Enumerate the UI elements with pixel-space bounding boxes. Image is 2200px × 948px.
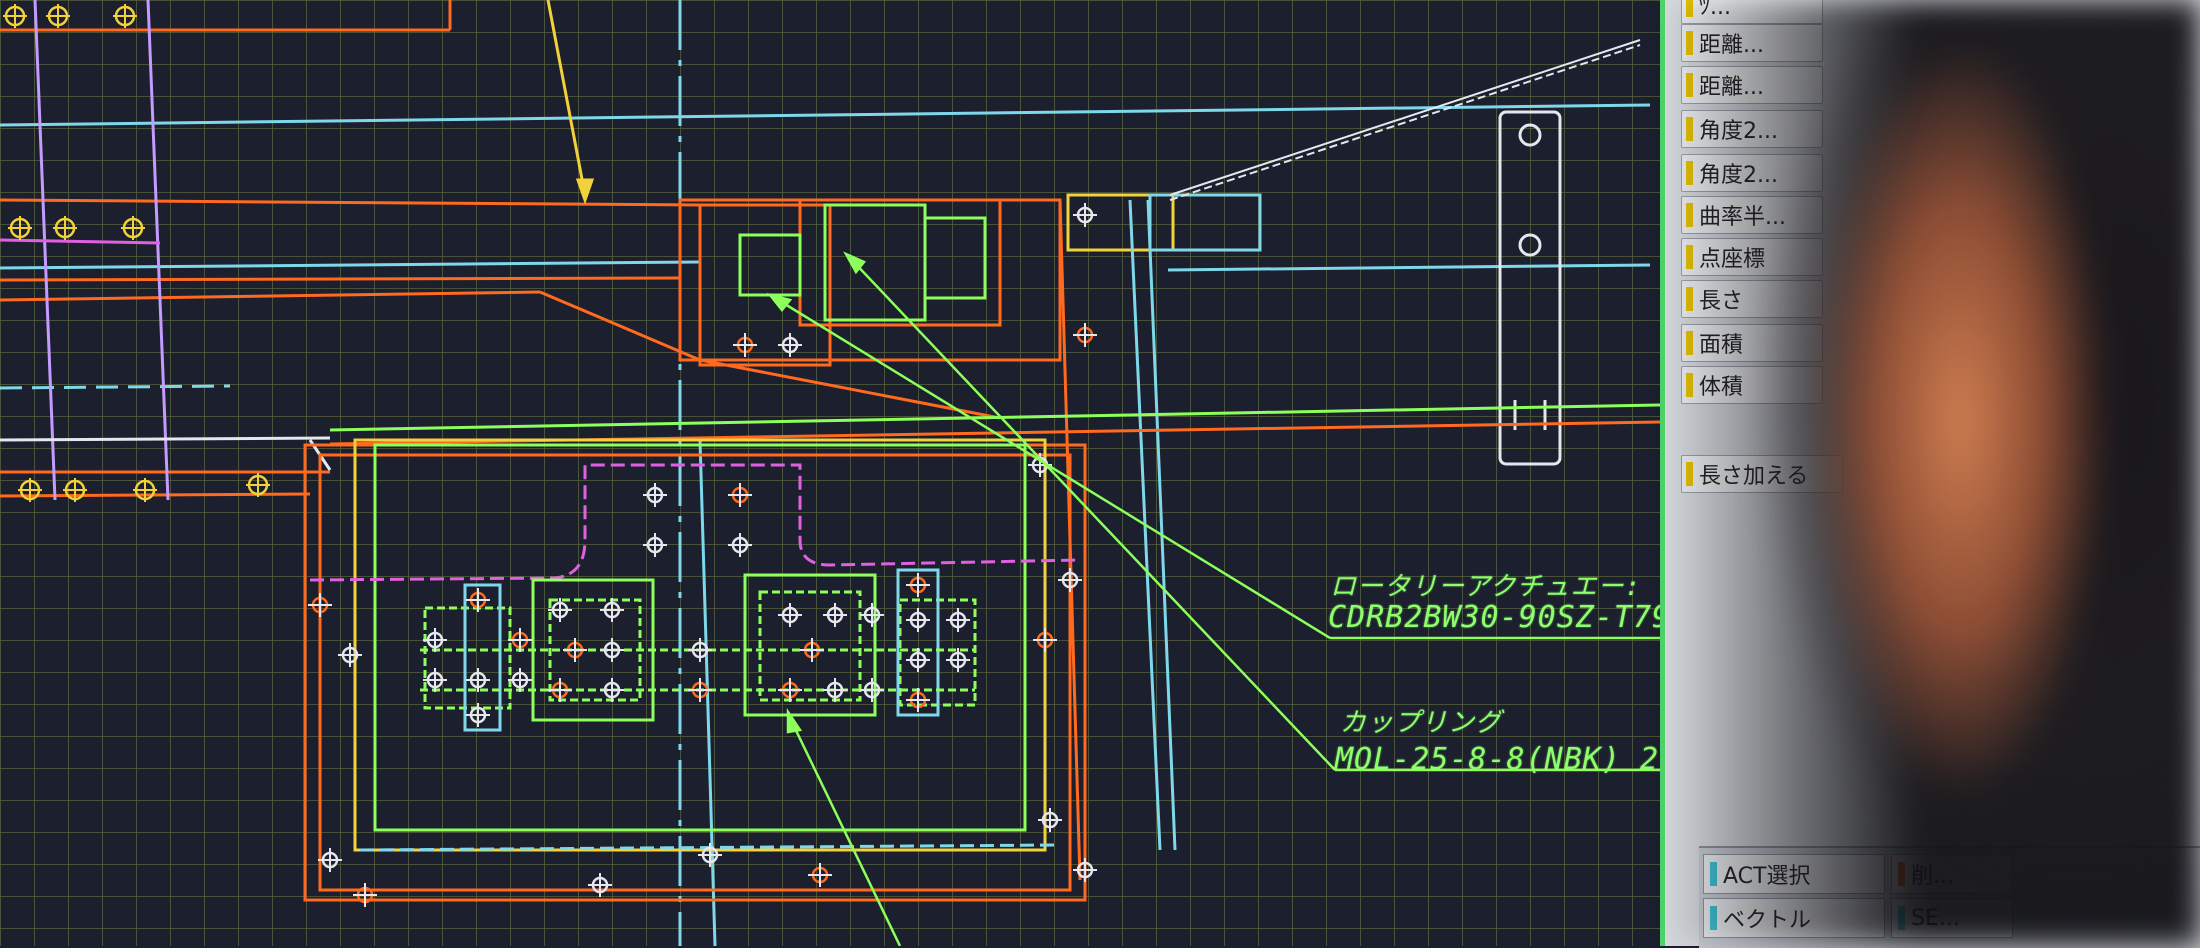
coupling-part-number: MOL-25-8-8(NBK) 2ヶ	[1335, 742, 1691, 777]
command-item-curvature-radius[interactable]: 曲率半...	[1681, 196, 1823, 234]
marker-icon	[1686, 117, 1693, 141]
command-item-point-coordinate[interactable]: 点座標	[1681, 238, 1823, 276]
button-label: ACT選択	[1723, 864, 1811, 889]
command-label: 距離...	[1699, 75, 1764, 100]
command-label: 距離...	[1699, 33, 1764, 58]
command-label: 点座標	[1699, 247, 1766, 272]
command-item-area[interactable]: 面積	[1681, 324, 1823, 362]
command-label: 体積	[1699, 375, 1744, 400]
command-item-add-length[interactable]: 長さ加える	[1681, 455, 1843, 493]
marker-icon	[1686, 331, 1693, 355]
marker-icon	[1710, 906, 1717, 930]
marker-icon	[1686, 245, 1693, 269]
marker-icon	[1686, 161, 1693, 185]
lower-command-panel: ACT選択 削... ベクトル SE...	[1699, 846, 2200, 948]
marker-icon	[1686, 31, 1693, 55]
act-select-button[interactable]: ACT選択	[1703, 854, 1885, 894]
command-label: 曲率半...	[1699, 205, 1786, 230]
marker-icon	[1686, 287, 1693, 311]
command-item-volume[interactable]: 体積	[1681, 366, 1823, 404]
command-label: 長さ	[1699, 289, 1744, 314]
command-label: 角度2...	[1699, 119, 1778, 144]
se-button[interactable]: SE...	[1891, 898, 2013, 938]
marker-icon	[1686, 373, 1693, 397]
marker-icon	[1686, 73, 1693, 97]
command-label: 角度2...	[1699, 163, 1778, 188]
button-label: 削...	[1911, 864, 1954, 889]
command-label: ﾂ...	[1699, 0, 1731, 20]
command-label: 長さ加える	[1699, 464, 1809, 489]
delete-button[interactable]: 削...	[1891, 854, 2013, 894]
actuator-part-number: CDRB2BW30-90SZ-T79L	[1328, 600, 1691, 635]
cad-drawing-canvas[interactable]	[0, 0, 1680, 946]
command-item-distance-1[interactable]: 距離...	[1681, 24, 1823, 62]
command-item-distance-2[interactable]: 距離...	[1681, 66, 1823, 104]
actuator-callout-caption: ロータリーアクチュエー:	[1330, 572, 1642, 602]
command-item-angle-1[interactable]: 角度2...	[1681, 110, 1823, 148]
marker-icon	[1898, 906, 1905, 930]
marker-icon	[1686, 203, 1693, 227]
marker-icon	[1686, 0, 1693, 17]
marker-icon	[1686, 462, 1693, 486]
vector-button[interactable]: ベクトル	[1703, 898, 1885, 938]
command-label: 面積	[1699, 333, 1744, 358]
marker-icon	[1898, 862, 1905, 886]
command-item-angle-2[interactable]: 角度2...	[1681, 154, 1823, 192]
marker-icon	[1710, 862, 1717, 886]
button-label: SE...	[1911, 905, 1960, 931]
button-label: ベクトル	[1723, 908, 1812, 933]
command-item-0[interactable]: ﾂ...	[1681, 0, 1823, 24]
command-side-panel: ﾂ... 距離... 距離... 角度2... 角度2... 曲率半... 点座…	[1660, 0, 2200, 948]
command-item-length[interactable]: 長さ	[1681, 280, 1823, 318]
